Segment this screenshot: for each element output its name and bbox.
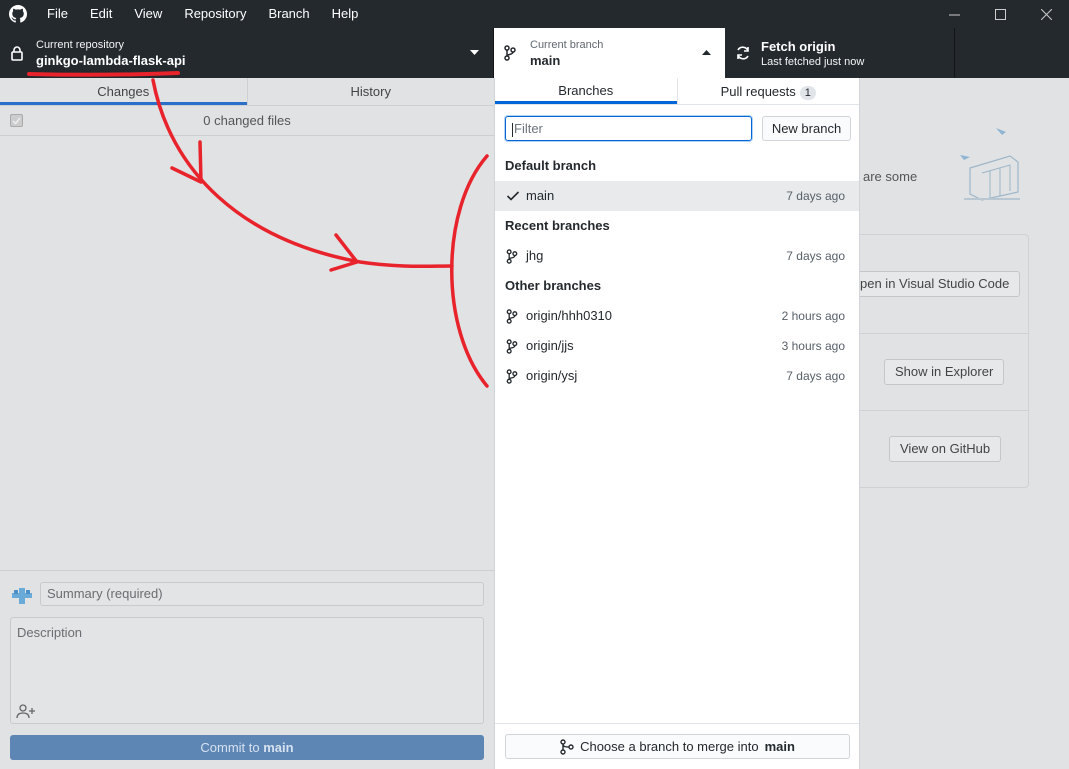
branch-panel-footer: Choose a branch to merge into main [495, 723, 859, 769]
git-branch-icon [506, 309, 518, 324]
check-icon [12, 117, 21, 125]
suggested-actions: pen in Visual Studio Code Show in Explor… [850, 234, 1029, 488]
tab-pull-requests[interactable]: Pull requests 1 [676, 78, 860, 104]
current-repository-button[interactable]: Current repository ginkgo-lambda-flask-a… [0, 28, 494, 78]
github-logo-icon [0, 0, 36, 28]
sync-icon [735, 45, 761, 61]
filter-row: Filter New branch [505, 116, 851, 142]
branch-name: origin/jjs [526, 338, 574, 353]
branch-name: origin/ysj [526, 368, 578, 383]
git-branch-icon [504, 45, 530, 61]
sidebar-tabs: Changes History [0, 78, 494, 106]
repository-name: ginkgo-lambda-flask-api [36, 52, 186, 68]
maximize-button[interactable] [977, 0, 1023, 28]
branch-dropdown: Branches Pull requests 1 Filter New branc… [494, 78, 860, 769]
branch-name: jhg [526, 248, 544, 263]
branch-label: Current branch [530, 38, 604, 51]
branch-time: 3 hours ago [781, 339, 845, 353]
branch-item-main[interactable]: main 7 days ago [495, 181, 859, 211]
git-branch-icon [506, 339, 518, 354]
menu-view[interactable]: View [123, 0, 173, 28]
merge-branch: main [764, 739, 795, 754]
branch-time: 7 days ago [786, 189, 845, 203]
fetch-status: Last fetched just now [761, 55, 865, 68]
git-branch-icon [506, 369, 518, 384]
lock-icon [10, 45, 36, 61]
menu-help[interactable]: Help [321, 0, 370, 28]
git-merge-icon [560, 738, 574, 755]
tab-history[interactable]: History [246, 78, 495, 105]
filter-placeholder: Filter [514, 121, 543, 136]
merge-prefix: Choose a branch to merge into [580, 739, 759, 754]
branch-name: main [530, 52, 561, 68]
git-branch-icon [506, 249, 518, 264]
minimize-icon [948, 14, 960, 15]
close-icon [1040, 8, 1052, 20]
branch-time: 7 days ago [786, 369, 845, 383]
empty-state-text: are some [863, 169, 918, 184]
changed-files-count: 0 changed files [203, 113, 291, 128]
branch-time: 7 days ago [786, 249, 845, 263]
branch-item-origin-jjs[interactable]: origin/jjs 3 hours ago [495, 331, 859, 361]
commit-prefix: Commit to [200, 740, 260, 755]
chevron-down-icon [470, 50, 479, 55]
action-row-github: r View on GitHub [851, 411, 1028, 487]
merge-into-button[interactable]: Choose a branch to merge into main [505, 734, 850, 759]
new-branch-button[interactable]: New branch [762, 116, 851, 141]
fetch-origin-button[interactable]: Fetch origin Last fetched just now [725, 28, 955, 78]
branch-time: 2 hours ago [781, 309, 845, 323]
group-header-other: Other branches [505, 278, 602, 293]
menu-edit[interactable]: Edit [79, 0, 123, 28]
commit-branch: main [263, 740, 294, 755]
branch-name: main [526, 188, 555, 203]
tab-changes[interactable]: Changes [0, 78, 247, 105]
changes-header: 0 changed files [0, 106, 494, 136]
fetch-title: Fetch origin [761, 38, 836, 54]
description-input[interactable]: Description [10, 617, 484, 724]
branch-item-origin-ysj[interactable]: origin/ysj 7 days ago [495, 361, 859, 391]
menu-bar: File Edit View Repository Branch Help [36, 0, 369, 28]
open-in-vscode-button[interactable]: pen in Visual Studio Code [850, 271, 1021, 297]
chevron-up-icon [702, 50, 711, 55]
minimize-button[interactable] [931, 0, 977, 28]
menu-repository[interactable]: Repository [173, 0, 257, 28]
add-coauthor-icon[interactable] [16, 703, 36, 719]
branch-panel-tabs: Branches Pull requests 1 [495, 78, 859, 105]
branch-item-origin-hhh0310[interactable]: origin/hhh0310 2 hours ago [495, 301, 859, 331]
sidebar: Changes History 0 changed files Summary … [0, 78, 494, 769]
check-icon [506, 191, 520, 201]
pull-requests-label: Pull requests [720, 84, 796, 99]
pull-requests-count-badge: 1 [799, 86, 816, 100]
summary-input[interactable]: Summary (required) [40, 582, 484, 606]
branch-name: origin/hhh0310 [526, 308, 613, 323]
commit-button[interactable]: Commit to main [10, 735, 484, 760]
menu-branch[interactable]: Branch [257, 0, 320, 28]
empty-state-illustration [960, 128, 1020, 201]
action-row-explorer: Show in Explorer [851, 334, 1028, 411]
select-all-checkbox[interactable] [10, 114, 23, 127]
branch-item-jhg[interactable]: jhg 7 days ago [495, 241, 859, 271]
commit-form: Summary (required) Description Commit to… [0, 570, 494, 769]
title-bar: File Edit View Repository Branch Help [0, 0, 1069, 28]
close-button[interactable] [1023, 0, 1069, 28]
group-header-default: Default branch [505, 158, 597, 173]
main-content: are some pen in Visual Studio Code Show … [850, 78, 1069, 769]
repository-label: Current repository [36, 38, 125, 51]
show-in-explorer-button[interactable]: Show in Explorer [884, 359, 1005, 385]
window-controls [931, 0, 1069, 28]
group-header-recent: Recent branches [505, 218, 610, 233]
toolbar: Current repository ginkgo-lambda-flask-a… [0, 28, 1069, 78]
view-on-github-button[interactable]: View on GitHub [889, 436, 1002, 462]
description-placeholder: Description [17, 625, 83, 640]
text-cursor [512, 122, 513, 137]
maximize-icon [994, 8, 1006, 20]
tab-branches[interactable]: Branches [495, 78, 677, 104]
branch-list: Default branch main 7 days ago Recent br… [495, 151, 859, 391]
avatar [12, 588, 32, 604]
current-branch-button[interactable]: Current branch main [494, 28, 725, 78]
branch-filter-input[interactable]: Filter [505, 116, 752, 141]
action-row-vscode: pen in Visual Studio Code [850, 235, 1028, 334]
menu-file[interactable]: File [36, 0, 79, 28]
